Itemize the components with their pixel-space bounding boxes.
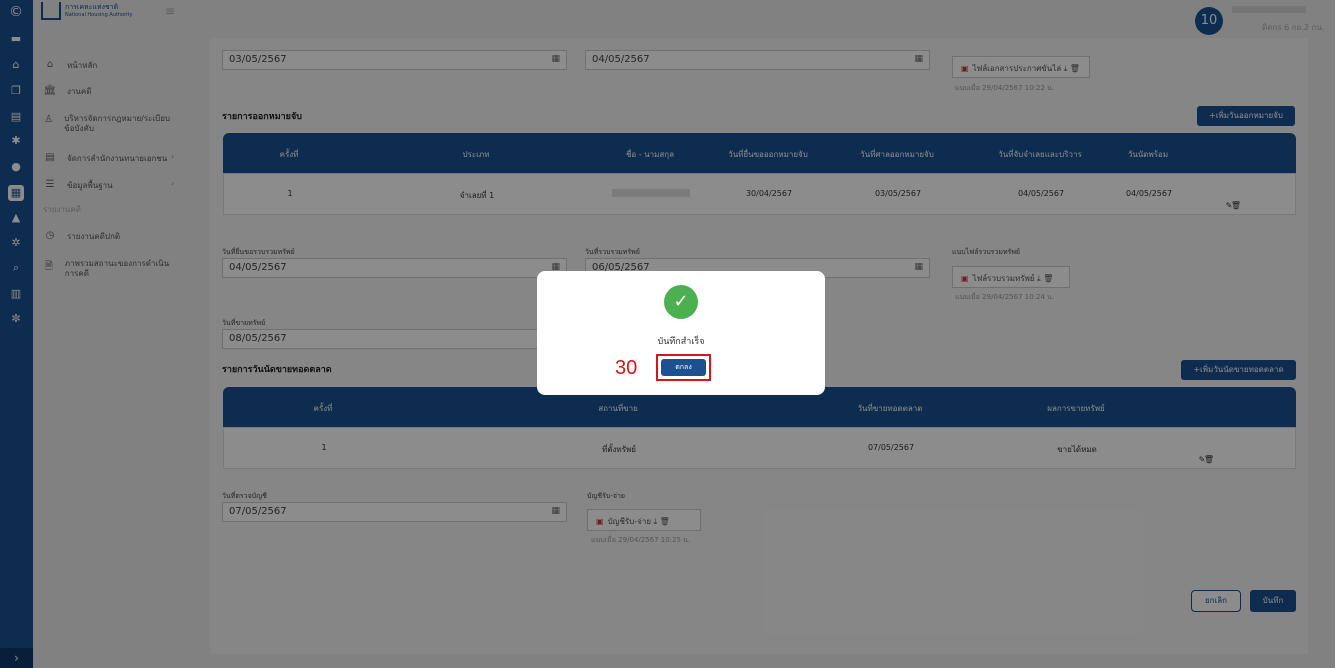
success-dialog: ✓ บันทึกสำเร็จ ตกลง — [537, 271, 825, 395]
highlight-box: ตกลง — [656, 354, 711, 381]
dialog-message: บันทึกสำเร็จ — [657, 337, 705, 347]
check-icon: ✓ — [664, 285, 698, 319]
ok-button[interactable]: ตกลง — [661, 359, 706, 376]
step-number: 30 — [615, 357, 638, 379]
